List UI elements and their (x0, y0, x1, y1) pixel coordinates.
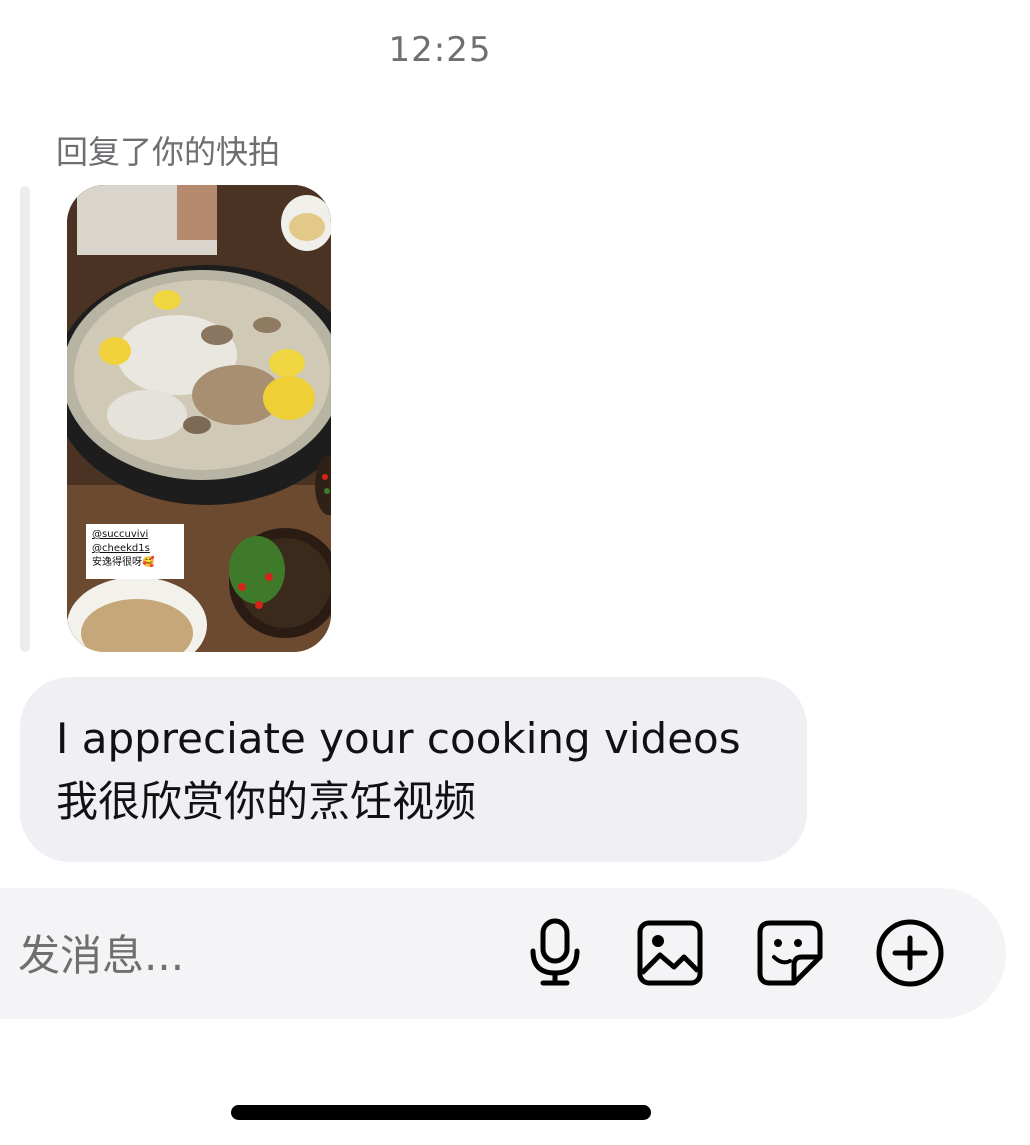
sticker-caption: 安逸得很呀🥰 (92, 557, 155, 568)
image-icon (637, 920, 703, 986)
snap-food-illustration (67, 185, 331, 652)
microphone-button[interactable] (519, 917, 591, 989)
microphone-icon (530, 918, 580, 986)
message-timestamp: 12:25 (388, 30, 492, 70)
replied-snap-thumbnail[interactable] (67, 185, 331, 652)
dm-thread-screen: 12:25 回复了你的快拍 @succuvivi @cheekd1s 安逸得很呀… (0, 0, 1030, 1145)
plus-circle-icon (876, 919, 944, 987)
sticker-icon (757, 920, 823, 986)
sticker-mention-2: @cheekd1s (92, 543, 150, 554)
gallery-button[interactable] (634, 917, 706, 989)
home-indicator[interactable] (231, 1105, 651, 1120)
snap-text-sticker: @succuvivi @cheekd1s 安逸得很呀🥰 (86, 524, 184, 579)
message-input[interactable] (18, 895, 498, 1015)
message-text-english: I appreciate your cooking videos (56, 714, 741, 763)
message-bubble[interactable]: I appreciate your cooking videos 我很欣赏你的烹… (20, 677, 807, 862)
sticker-button[interactable] (754, 917, 826, 989)
reply-indicator-bar (20, 186, 30, 652)
message-text-chinese: 我很欣赏你的烹饪视频 (56, 777, 477, 826)
sticker-mention-1: @succuvivi (92, 529, 149, 540)
reply-context-label: 回复了你的快拍 (56, 133, 281, 171)
more-options-button[interactable] (874, 917, 946, 989)
